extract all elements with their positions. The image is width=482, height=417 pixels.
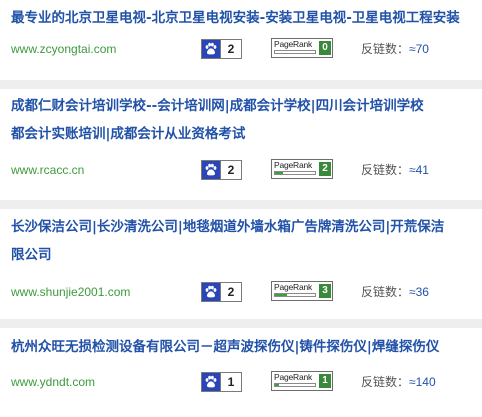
result-item: 长沙保洁公司|长沙清洗公司|地毯烟道外墙水箱广告牌清洗公司|开荒保洁 限公司 w… — [0, 209, 482, 319]
paw-icon — [202, 373, 220, 391]
pagerank-bar — [274, 383, 316, 387]
backlinks-label: 反链数： — [361, 285, 410, 299]
pagerank-value: 1 — [319, 374, 331, 388]
pagerank-bar-fill — [275, 172, 283, 174]
result-title-line: 限公司 — [11, 247, 52, 263]
baidu-weight-badge[interactable]: 1 — [201, 372, 242, 392]
baidu-weight-value: 1 — [220, 373, 241, 391]
backlinks: 反链数：≈36 — [361, 283, 429, 301]
paw-icon — [202, 161, 220, 179]
result-title-line: 成都仁财会计培训学校--会计培训网|成都会计学校|四川会计培训学校 — [11, 98, 424, 114]
pagerank-badge[interactable]: PageRank 0 — [271, 38, 333, 58]
pagerank-bar-fill — [275, 384, 279, 386]
baidu-weight-badge[interactable]: 2 — [201, 160, 242, 180]
pagerank-bar — [274, 50, 316, 54]
baidu-weight-value: 2 — [220, 283, 241, 301]
result-title-link[interactable]: 最专业的北京卫星电视-北京卫星电视安装-安装卫星电视-卫星电视工程安装 — [11, 4, 482, 32]
pagerank-bar — [274, 293, 316, 297]
pagerank-value: 0 — [319, 41, 331, 55]
pagerank-bar-fill — [275, 294, 287, 296]
paw-icon — [202, 283, 220, 301]
backlinks-count-link[interactable]: ≈36 — [409, 285, 429, 299]
paw-icon — [202, 40, 220, 58]
pagerank-value: 2 — [319, 162, 331, 176]
result-separator — [0, 200, 482, 209]
backlinks: 反链数：≈70 — [361, 40, 429, 58]
result-item: 成都仁财会计培训学校--会计培训网|成都会计学校|四川会计培训学校 都会计实账培… — [0, 89, 482, 200]
result-url-link[interactable]: www.ydndt.com — [11, 373, 95, 391]
result-url-link[interactable]: www.zcyongtai.com — [11, 40, 116, 58]
pagerank-badge[interactable]: PageRank 1 — [271, 371, 333, 391]
backlinks-count-link[interactable]: ≈70 — [409, 42, 429, 56]
pagerank-label: PageRank — [274, 160, 313, 170]
result-separator — [0, 319, 482, 328]
pagerank-badge[interactable]: PageRank 2 — [271, 159, 333, 179]
pagerank-label: PageRank — [274, 39, 313, 49]
result-meta: www.shunjie2001.com 2 PageRank 3 反链数：≈36 — [0, 281, 482, 303]
baidu-weight-value: 2 — [220, 161, 241, 179]
search-results: 最专业的北京卫星电视-北京卫星电视安装-安装卫星电视-卫星电视工程安装 www.… — [0, 0, 482, 417]
pagerank-value: 3 — [319, 284, 331, 298]
result-title-link[interactable]: 杭州众旺无损检测设备有限公司－超声波探伤仪|铸件探伤仪|焊缝探伤仪 — [11, 333, 482, 361]
result-meta: www.ydndt.com 1 PageRank 1 反链数：≈140 — [0, 371, 482, 393]
result-title-link[interactable]: 成都仁财会计培训学校--会计培训网|成都会计学校|四川会计培训学校 都会计实账培… — [11, 92, 482, 148]
result-title-line: 杭州众旺无损检测设备有限公司－超声波探伤仪|铸件探伤仪|焊缝探伤仪 — [11, 339, 440, 355]
backlinks-label: 反链数： — [361, 42, 410, 56]
backlinks-count-link[interactable]: ≈41 — [409, 163, 429, 177]
pagerank-bar — [274, 171, 316, 175]
backlinks-label: 反链数： — [361, 163, 410, 177]
backlinks: 反链数：≈140 — [361, 373, 436, 391]
result-meta: www.rcacc.cn 2 PageRank 2 反链数：≈41 — [0, 159, 482, 181]
backlinks-count-link[interactable]: ≈140 — [409, 375, 436, 389]
result-item: 杭州众旺无损检测设备有限公司－超声波探伤仪|铸件探伤仪|焊缝探伤仪 www.yd… — [0, 328, 482, 417]
backlinks-label: 反链数： — [361, 375, 410, 389]
result-title-line: 长沙保洁公司|长沙清洗公司|地毯烟道外墙水箱广告牌清洗公司|开荒保洁 — [11, 219, 445, 235]
result-url-link[interactable]: www.shunjie2001.com — [11, 283, 130, 301]
result-title-line: 最专业的北京卫星电视-北京卫星电视安装-安装卫星电视-卫星电视工程安装 — [11, 10, 460, 26]
backlinks: 反链数：≈41 — [361, 161, 429, 179]
pagerank-label: PageRank — [274, 282, 313, 292]
pagerank-label: PageRank — [274, 372, 313, 382]
baidu-weight-value: 2 — [220, 40, 241, 58]
result-title-link[interactable]: 长沙保洁公司|长沙清洗公司|地毯烟道外墙水箱广告牌清洗公司|开荒保洁 限公司 — [11, 213, 482, 269]
result-item: 最专业的北京卫星电视-北京卫星电视安装-安装卫星电视-卫星电视工程安装 www.… — [0, 0, 482, 80]
result-meta: www.zcyongtai.com 2 PageRank 0 反链数：≈70 — [0, 38, 482, 60]
baidu-weight-badge[interactable]: 2 — [201, 39, 242, 59]
result-title-line: 都会计实账培训|成都会计从业资格考试 — [11, 126, 246, 142]
result-separator — [0, 80, 482, 89]
result-url-link[interactable]: www.rcacc.cn — [11, 161, 84, 179]
pagerank-badge[interactable]: PageRank 3 — [271, 281, 333, 301]
baidu-weight-badge[interactable]: 2 — [201, 282, 242, 302]
